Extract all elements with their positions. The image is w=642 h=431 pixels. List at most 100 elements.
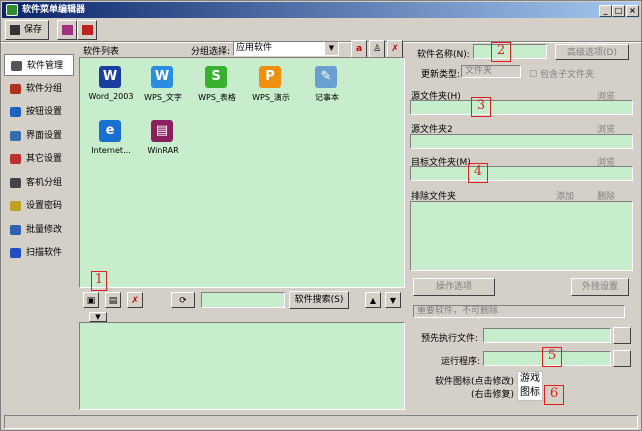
pre-browse-button[interactable]: [613, 327, 631, 344]
software-item[interactable]: ▤ WinRAR: [138, 118, 188, 162]
export-icon: [62, 25, 73, 35]
software-item[interactable]: W Word_2003: [86, 64, 136, 108]
export-button[interactable]: [57, 20, 77, 40]
sidebar-item-label: 设置密码: [26, 201, 63, 211]
sidebar-item-8[interactable]: 扫描软件: [4, 242, 74, 264]
marker-1: 1: [91, 271, 107, 291]
save-button[interactable]: 保存: [5, 20, 49, 40]
marker-4: 4: [468, 163, 488, 183]
sidebar-icon: [10, 201, 21, 211]
group-select-value: 应用软件: [236, 43, 273, 53]
refresh-button[interactable]: ⟳: [171, 292, 195, 308]
sidebar-item-6[interactable]: 设置密码: [4, 195, 74, 217]
software-item[interactable]: S WPS_表格: [192, 64, 242, 108]
software-icon: S: [205, 66, 227, 88]
target-input[interactable]: [410, 166, 633, 181]
type-select[interactable]: 文件夹: [461, 65, 521, 78]
save-label: 保存: [24, 25, 43, 35]
search-input[interactable]: [201, 292, 285, 308]
sidebar-item-label: 扫描软件: [26, 248, 63, 258]
run-browse-button[interactable]: [613, 350, 631, 367]
software-item[interactable]: P WPS_演示: [246, 64, 296, 108]
icon-label-1: 软件图标(点击修改): [435, 377, 515, 387]
software-label: Internet...: [91, 146, 131, 155]
ops-button[interactable]: 操作选项: [413, 278, 495, 296]
software-label: WPS_演示: [252, 93, 290, 102]
exclude-list[interactable]: [410, 201, 633, 271]
src-input[interactable]: [410, 100, 633, 115]
exit-icon: [82, 25, 93, 35]
type-label: 更新类型:: [421, 70, 461, 80]
sidebar-item-1[interactable]: 软件分组: [4, 78, 74, 100]
sidebar-item-5[interactable]: 客机分组: [4, 172, 74, 194]
maximize-button[interactable]: □: [612, 5, 625, 17]
software-list: W Word_2003 W WPS_文字 S WPS_表格 P WPS_演示 ✎ 记事本 e Inte…: [79, 57, 405, 288]
software-icon: P: [259, 66, 281, 88]
src2-input[interactable]: [410, 134, 633, 149]
software-item[interactable]: e Internet...: [86, 118, 136, 162]
external-button[interactable]: 外挂设置: [571, 278, 629, 296]
software-label: Word_2003: [88, 92, 134, 101]
software-item[interactable]: ✎ 记事本: [302, 64, 352, 108]
sidebar-item-7[interactable]: 批量修改: [4, 219, 74, 241]
add-software-button[interactable]: ▣: [83, 292, 99, 308]
add-group-button[interactable]: a: [351, 40, 367, 58]
move-up-button[interactable]: ▲: [365, 292, 381, 308]
sidebar-item-0[interactable]: 软件管理: [4, 54, 74, 76]
minimize-button[interactable]: _: [599, 5, 612, 17]
delete-software-button[interactable]: ✗: [127, 292, 143, 308]
software-icon: ▤: [151, 120, 173, 142]
sidebar: 软件管理软件分组按钮设置界面设置其它设置客机分组设置密码批量修改扫描软件: [4, 46, 74, 416]
software-label: WPS_文字: [144, 93, 182, 102]
include-sub-checkbox[interactable]: ☐ 包含子文件夹: [529, 67, 594, 80]
sidebar-item-label: 批量修改: [26, 224, 63, 235]
close-button[interactable]: ×: [626, 5, 639, 17]
group-select[interactable]: 应用软件 ▼: [233, 41, 339, 56]
list-title: 软件列表: [83, 47, 120, 57]
info-panel: [79, 322, 405, 410]
main-window: 软件菜单编辑器 _ □ × 保存 软件管理软件分组按钮设置界面设置其它设置客机分…: [0, 0, 642, 431]
software-icon: ✎: [315, 66, 337, 88]
edit-group-button[interactable]: ♙: [369, 40, 385, 58]
software-icon: W: [99, 66, 121, 88]
pre-label: 预先执行文件:: [421, 334, 479, 344]
chevron-down-icon: ▼: [325, 42, 338, 55]
search-button[interactable]: 软件搜索(S): [289, 291, 349, 309]
include-sub-label: 包含子文件夹: [539, 70, 594, 80]
sidebar-item-label: 按钮设置: [26, 107, 63, 117]
sidebar-item-4[interactable]: 其它设置: [4, 148, 74, 170]
move-down-button[interactable]: ▼: [385, 292, 401, 308]
marker-3: 3: [471, 97, 491, 117]
software-item[interactable]: W WPS_文字: [138, 64, 188, 108]
sidebar-icon: [10, 248, 21, 258]
software-icon: W: [151, 66, 173, 88]
name-label: 软件名称(N):: [417, 50, 470, 60]
sidebar-item-label: 软件分组: [26, 83, 63, 94]
marker-6: 6: [544, 385, 564, 405]
marker-5: 5: [542, 347, 562, 367]
software-icon-preview[interactable]: 游戏图标: [517, 371, 543, 401]
delete-group-button[interactable]: ✗: [387, 40, 403, 58]
sidebar-item-label: 客机分组: [26, 177, 63, 188]
copy-software-button[interactable]: ▤: [105, 292, 121, 308]
important-select[interactable]: 重要软件，不可删除: [413, 305, 625, 318]
sidebar-icon: [10, 224, 21, 235]
sidebar-item-3[interactable]: 界面设置: [4, 125, 74, 147]
sidebar-item-2[interactable]: 按钮设置: [4, 101, 74, 123]
type-select-value: 文件夹: [465, 66, 493, 76]
software-label: WinRAR: [147, 146, 179, 155]
exit-button[interactable]: [77, 20, 97, 40]
status-bar: [4, 415, 638, 429]
title-bar: 软件菜单编辑器 _ □ ×: [2, 2, 640, 18]
advanced-button[interactable]: 高级选项(D): [555, 44, 629, 60]
toolbar: 保存: [5, 20, 639, 40]
sidebar-icon: [10, 107, 21, 117]
sidebar-item-label: 软件管理: [27, 61, 64, 71]
pre-input[interactable]: [483, 328, 611, 343]
expand-button[interactable]: ▼: [89, 312, 107, 322]
app-icon: [6, 4, 18, 16]
marker-2: 2: [491, 42, 511, 62]
sidebar-item-label: 其它设置: [26, 154, 63, 164]
software-label: WPS_表格: [198, 93, 236, 102]
sidebar-item-label: 界面设置: [26, 130, 63, 141]
